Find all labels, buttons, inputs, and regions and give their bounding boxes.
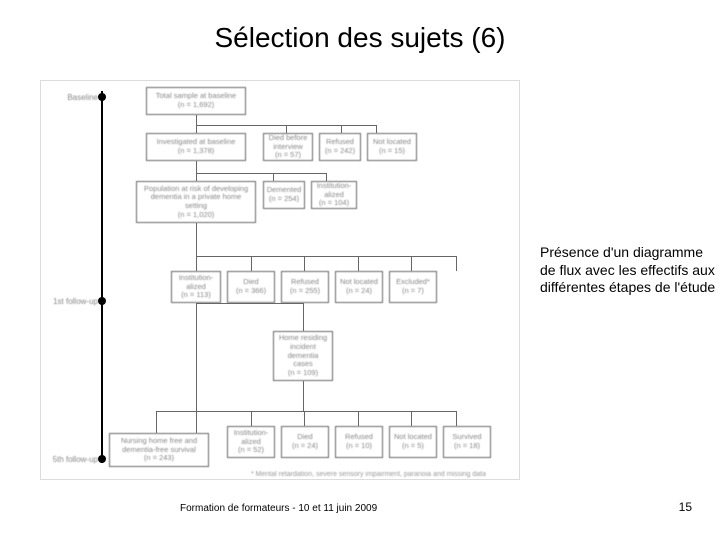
- connector: [303, 303, 304, 331]
- box-n: (n = 113): [181, 291, 211, 300]
- timeline-dot-baseline: [98, 93, 106, 101]
- connector: [196, 223, 197, 271]
- box-notlocated-1: Not located (n = 15): [367, 133, 417, 161]
- box-died-3: Died (n = 24): [281, 426, 329, 458]
- box-label: Died before interview: [267, 134, 309, 151]
- connector: [196, 115, 197, 133]
- connector: [358, 256, 359, 271]
- box-population-risk: Population at risk of developing dementi…: [136, 181, 256, 223]
- connector: [358, 411, 359, 426]
- timeline-label-baseline: Baseline: [43, 93, 98, 102]
- box-n: (n = 24): [346, 287, 372, 296]
- connector: [304, 411, 305, 426]
- connector: [196, 256, 456, 257]
- box-n: (n = 254): [269, 195, 299, 204]
- box-n: (n = 7): [402, 287, 424, 296]
- connector: [411, 411, 412, 426]
- connector: [376, 125, 377, 133]
- box-excluded: Excluded* (n = 7): [389, 271, 437, 303]
- connector: [196, 303, 197, 433]
- box-notlocated-2: Not located (n = 24): [335, 271, 383, 303]
- box-label: Institution-alized: [231, 429, 271, 446]
- box-survived: Survived (n = 18): [443, 426, 491, 458]
- connector: [251, 256, 252, 271]
- slide-number: 15: [679, 500, 692, 514]
- box-n: (n = 366): [236, 287, 266, 296]
- footnote: * Mental retardation, severe sensory imp…: [251, 471, 511, 478]
- connector: [251, 411, 252, 426]
- box-total-sample: Total sample at baseline (n = 1,692): [146, 87, 246, 115]
- box-n: (n = 109): [288, 369, 318, 378]
- connector: [456, 256, 457, 271]
- box-refused-1: Refused (n = 242): [319, 133, 361, 161]
- box-n: (n = 243): [144, 454, 174, 463]
- box-n: (n = 10): [346, 442, 372, 451]
- box-label: Nursing home free and dementia-free surv…: [113, 437, 205, 454]
- box-nursing-home-free: Nursing home free and dementia-free surv…: [109, 433, 209, 467]
- footer-left: Formation de formateurs - 10 et 11 juin …: [180, 503, 377, 514]
- box-n: (n = 15): [379, 147, 405, 156]
- connector: [196, 303, 303, 304]
- connector: [303, 381, 304, 411]
- box-n: (n = 18): [454, 442, 480, 451]
- box-refused-2: Refused (n = 255): [281, 271, 329, 303]
- page-title: Sélection des sujets (6): [0, 0, 720, 64]
- connector: [156, 411, 196, 412]
- timeline-dot-fifth: [98, 455, 106, 463]
- box-investigated: Investigated at baseline (n = 1,378): [146, 133, 246, 161]
- box-n: (n = 1,020): [178, 211, 214, 220]
- box-label: Home residing incident dementia cases: [277, 334, 329, 369]
- annotation-text: Présence d'un diagramme de flux avec les…: [540, 244, 720, 297]
- connector: [196, 411, 456, 412]
- box-n: (n = 255): [290, 287, 320, 296]
- timeline-line: [101, 91, 103, 463]
- connector: [196, 173, 326, 174]
- connector: [196, 161, 197, 181]
- box-n: (n = 1,692): [178, 101, 214, 110]
- box-home-residing: Home residing incident dementia cases (n…: [273, 331, 333, 381]
- connector: [304, 256, 305, 271]
- box-label: Population at risk of developing dementi…: [140, 185, 252, 211]
- box-institutionalized-3: Institution-alized (n = 52): [227, 426, 275, 458]
- flow-diagram: Baseline 1st follow-up 5th follow-up Tot…: [40, 80, 520, 480]
- box-label: Institution-alized: [315, 182, 353, 199]
- box-notlocated-3: Not located (n = 5): [389, 426, 437, 458]
- box-n: (n = 57): [275, 151, 301, 160]
- box-n: (n = 24): [292, 442, 318, 451]
- connector: [326, 173, 327, 181]
- box-n: (n = 242): [325, 147, 355, 156]
- box-died-2: Died (n = 366): [227, 271, 275, 303]
- box-n: (n = 52): [238, 446, 264, 455]
- timeline-label-fifth: 5th follow-up: [43, 455, 98, 464]
- box-n: (n = 1,378): [178, 147, 214, 156]
- connector: [456, 411, 457, 426]
- connector: [286, 125, 287, 133]
- connector: [273, 173, 274, 181]
- timeline-dot-first: [98, 297, 106, 305]
- box-label: Institution-alized: [175, 274, 217, 291]
- box-died-before: Died before interview (n = 57): [263, 133, 313, 161]
- box-n: (n = 104): [319, 199, 349, 208]
- connector: [156, 411, 157, 433]
- box-institutionalized-1: Institution-alized (n = 104): [311, 181, 357, 209]
- box-demented: Demented (n = 254): [263, 181, 305, 209]
- connector: [411, 256, 412, 271]
- box-n: (n = 5): [402, 442, 424, 451]
- connector: [341, 125, 342, 133]
- timeline-label-first: 1st follow-up: [43, 297, 98, 306]
- box-refused-3: Refused (n = 10): [335, 426, 383, 458]
- box-institutionalized-2: Institution-alized (n = 113): [171, 271, 221, 303]
